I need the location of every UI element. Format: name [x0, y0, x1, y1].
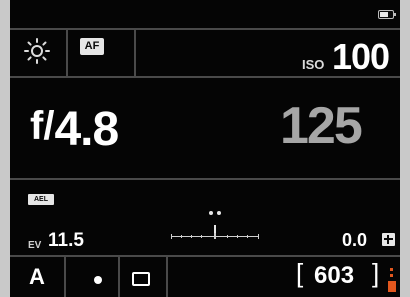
divider	[10, 76, 400, 78]
aperture-prefix: f/	[30, 104, 55, 148]
divider	[66, 28, 68, 76]
shooting-mode[interactable]: A	[29, 264, 45, 290]
ev-label: EV	[28, 240, 42, 251]
single-shot-icon[interactable]	[94, 276, 102, 284]
iso-label: ISO	[302, 57, 325, 72]
iso-value[interactable]: 100	[332, 36, 390, 78]
divider	[134, 28, 136, 76]
divider	[10, 178, 400, 180]
divider	[118, 255, 120, 297]
shutter-speed-value[interactable]: 125	[280, 96, 363, 156]
aperture-display[interactable]: f/4.8	[30, 102, 119, 157]
card-icon	[388, 268, 396, 292]
exposure-compensation-value[interactable]: 0.0	[342, 230, 367, 251]
bracket-right: ]	[372, 258, 380, 288]
divider	[10, 255, 400, 257]
divider	[64, 255, 66, 297]
divider	[10, 28, 400, 30]
battery-icon	[378, 10, 396, 19]
exposure-comp-icon	[382, 233, 395, 246]
frame-icon[interactable]	[132, 272, 150, 286]
aperture-value: 4.8	[54, 103, 119, 156]
shots-remaining: 603	[314, 262, 355, 289]
af-badge[interactable]: AF	[80, 38, 104, 55]
divider	[166, 255, 168, 297]
camera-info-screen: AF ISO 100 f/4.8 125 AEL EV 11.5 0.0 A [	[10, 0, 400, 297]
sun-icon[interactable]	[24, 38, 50, 64]
ael-badge: AEL	[28, 194, 54, 205]
ev-value: 11.5	[48, 230, 84, 251]
exposure-meter-icon	[171, 211, 259, 239]
bracket-left: [	[296, 258, 304, 288]
